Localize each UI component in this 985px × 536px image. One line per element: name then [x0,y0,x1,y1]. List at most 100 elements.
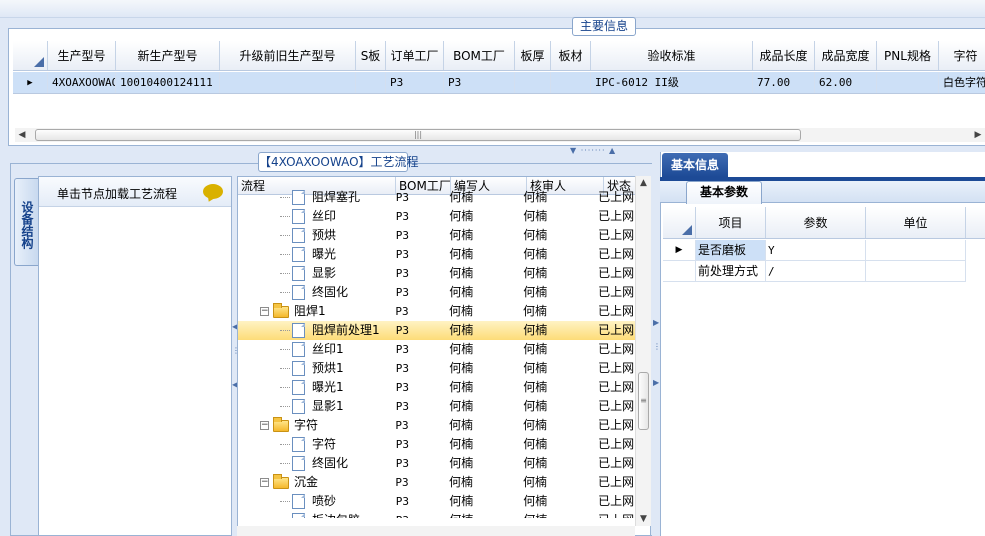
table-cell[interactable]: 何楠 [446,511,520,518]
tree-node[interactable]: 丝印1 [238,340,393,359]
tree-node[interactable]: 喷砂 [238,492,393,511]
table-cell[interactable]: P3 [393,435,447,454]
table-cell[interactable]: P3 [393,245,447,264]
table-cell[interactable]: IPC-6012 II级 [591,72,753,93]
table-cell[interactable]: P3 [393,188,447,207]
table-cell[interactable]: 已上网 [595,454,636,473]
table-cell[interactable]: P3 [393,511,447,518]
table-cell[interactable]: 已上网 [595,188,636,207]
tree-node[interactable]: 终固化 [238,283,393,302]
table-cell[interactable]: P3 [386,72,444,93]
tree-node[interactable]: − 阻焊1 [238,302,392,321]
table-cell[interactable]: 何楠 [520,473,595,492]
table-row[interactable]: 喷砂 P3 何楠 何楠 已上网 [238,492,636,511]
table-cell[interactable]: 10010400124111 [116,72,220,93]
table-row[interactable]: 阻焊塞孔 P3 何楠 何楠 已上网 [238,188,636,207]
table-cell[interactable]: 何楠 [520,264,595,283]
table-cell[interactable]: 已上网 [595,207,636,226]
tree-node[interactable]: 丝印 [238,207,393,226]
table-cell[interactable]: 何楠 [446,188,520,207]
table-cell[interactable]: P3 [392,416,446,435]
table-cell[interactable]: P3 [393,397,447,416]
tree-node[interactable]: 字符 [238,435,393,454]
tree-node[interactable]: 显影1 [238,397,393,416]
table-cell[interactable]: 何楠 [446,264,520,283]
table-cell[interactable]: 已上网 [595,492,636,511]
table-cell[interactable]: / [766,261,866,281]
table-cell[interactable]: 何楠 [520,378,595,397]
table-cell[interactable]: 何楠 [446,340,520,359]
table-cell[interactable]: 何楠 [520,492,595,511]
table-cell[interactable]: 已上网 [595,302,636,321]
table-cell[interactable]: 已上网 [595,245,636,264]
table-row[interactable]: 字符 P3 何楠 何楠 已上网 [238,435,636,454]
collapse-minus-icon[interactable]: − [260,307,269,316]
table-cell[interactable] [515,72,551,93]
table-cell[interactable]: 已上网 [595,416,636,435]
table-cell[interactable]: 77.00 [753,72,815,93]
tree-node[interactable]: 预烘 [238,226,393,245]
table-cell[interactable]: 何楠 [446,283,520,302]
table-cell[interactable]: 何楠 [446,397,520,416]
table-cell[interactable]: P3 [393,321,447,340]
table-cell[interactable]: 已上网 [595,321,636,340]
process-tree-hscrollbar[interactable] [237,526,635,536]
table-cell[interactable]: 何楠 [520,226,595,245]
node-panel-header[interactable]: 单击节点加载工艺流程 [39,177,231,207]
table-row[interactable]: 预烘 P3 何楠 何楠 已上网 [238,226,636,245]
table-cell[interactable]: 已上网 [595,340,636,359]
table-cell[interactable]: 已上网 [595,397,636,416]
table-row[interactable]: 前处理方式 / [663,261,966,282]
table-cell[interactable]: P3 [393,283,447,302]
table-row[interactable]: 终固化 P3 何楠 何楠 已上网 [238,454,636,473]
table-cell[interactable] [551,72,591,93]
table-cell[interactable]: 何楠 [446,359,520,378]
table-cell[interactable]: 已上网 [595,511,636,518]
main-grid-hscrollbar[interactable]: ◀ ||| ▶ [15,128,985,142]
table-cell[interactable]: 已上网 [595,435,636,454]
table-cell[interactable]: 何楠 [446,454,520,473]
table-cell[interactable]: 已上网 [595,378,636,397]
table-cell[interactable]: 已上网 [595,359,636,378]
table-row[interactable]: 显影1 P3 何楠 何楠 已上网 [238,397,636,416]
table-cell[interactable]: 何楠 [446,321,520,340]
table-row[interactable]: 丝印1 P3 何楠 何楠 已上网 [238,340,636,359]
scroll-down-arrow-icon[interactable]: ▼ [636,512,651,526]
table-row[interactable]: 预烘1 P3 何楠 何楠 已上网 [238,359,636,378]
table-row[interactable]: − 沉金 P3 何楠 何楠 已上网 [238,473,636,492]
table-cell[interactable]: P3 [393,207,447,226]
collapse-right-arrow-icon[interactable]: ▶ [653,378,659,387]
table-cell[interactable] [877,72,939,93]
table-cell[interactable]: 何楠 [520,207,595,226]
table-cell[interactable]: 何楠 [446,226,520,245]
table-row[interactable]: − 阻焊1 P3 何楠 何楠 已上网 [238,302,636,321]
scroll-thumb[interactable]: ||| [35,129,801,141]
table-cell[interactable]: 已上网 [595,226,636,245]
column-header[interactable]: 升级前旧生产型号 [220,41,356,70]
table-cell[interactable]: 何楠 [520,283,595,302]
collapse-minus-icon[interactable]: − [260,478,269,487]
table-cell[interactable]: 白色字符 [939,72,985,93]
tab-basic-info[interactable]: 基本信息 [662,153,728,177]
process-tree-vscrollbar[interactable]: ▲ ≡ ▼ [635,176,651,526]
table-row[interactable]: 板边包胶P3何楠何楠已上网 [238,511,636,518]
tree-node[interactable]: 预烘1 [238,359,393,378]
table-cell[interactable]: P3 [393,226,447,245]
table-cell[interactable]: 何楠 [520,188,595,207]
collapse-minus-icon[interactable]: − [260,421,269,430]
column-header[interactable]: 验收标准 [591,41,753,70]
column-header[interactable]: 订单工厂 [386,41,444,70]
collapse-right-arrow-icon[interactable]: ▶ [653,318,659,327]
side-tab-equipment-structure[interactable]: 设备结构 [14,178,38,266]
column-header[interactable]: 项目 [696,207,766,238]
table-row[interactable]: 曝光1 P3 何楠 何楠 已上网 [238,378,636,397]
table-cell[interactable]: P3 [444,72,515,93]
table-cell[interactable]: P3 [393,340,447,359]
column-header[interactable]: 单位 [866,207,966,238]
table-cell[interactable]: 何楠 [520,511,595,518]
column-header[interactable]: 板材 [551,41,591,70]
table-cell[interactable]: P3 [393,378,447,397]
tree-node[interactable]: − 字符 [238,416,392,435]
tree-node[interactable]: 阻焊前处理1 [238,321,393,340]
tree-node[interactable]: 终固化 [238,454,393,473]
